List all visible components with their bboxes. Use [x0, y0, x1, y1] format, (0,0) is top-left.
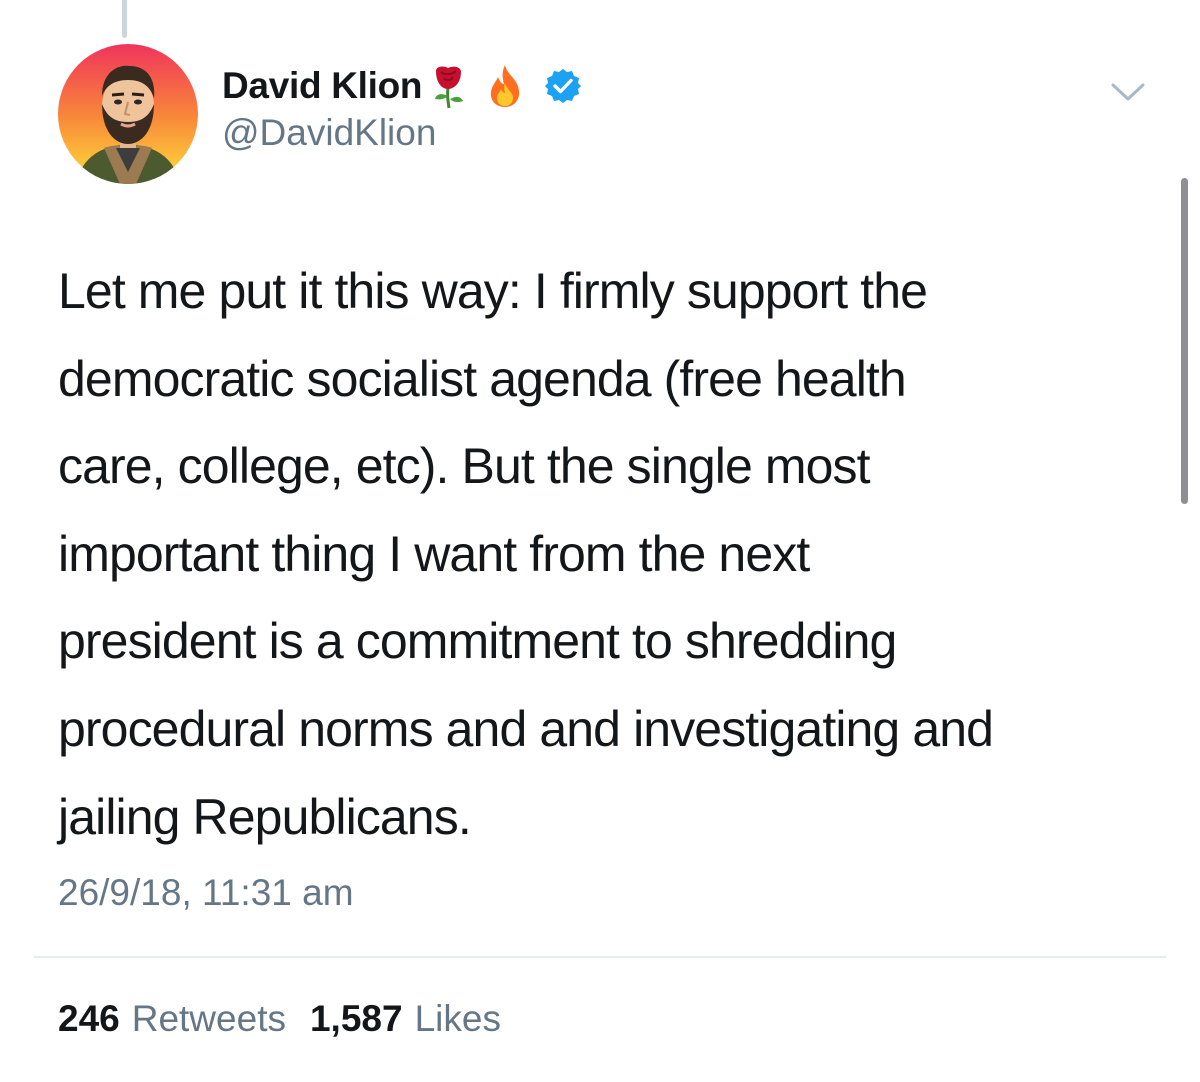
- divider: [34, 956, 1166, 958]
- tweet-text-line: important thing I want from the next: [58, 525, 810, 582]
- fire-icon: [482, 63, 528, 109]
- tweet-text-line: jailing Republicans.: [58, 788, 472, 845]
- tweet-text-line: Let me put it this way: I firmly support…: [58, 263, 928, 319]
- display-name[interactable]: David Klion: [222, 65, 423, 107]
- avatar[interactable]: [58, 44, 198, 184]
- tweet-text-line: care, college, etc). But the single most: [58, 438, 871, 495]
- likes-count: 1,587: [309, 998, 403, 1039]
- tweet-text: Let me put it this way: I firmly support…: [58, 248, 1168, 861]
- thread-connector-line: [122, 0, 127, 38]
- tweet-timestamp[interactable]: 26/9/18, 11:31 am: [58, 872, 354, 914]
- author-name-row: David Klion: [222, 62, 582, 110]
- tweet-text-line: president is a commitment to shredding: [58, 613, 897, 670]
- retweets-stat[interactable]: 246 Retweets: [58, 998, 286, 1040]
- rose-icon: [426, 63, 472, 109]
- retweets-count: 246: [58, 998, 120, 1039]
- chevron-down-icon[interactable]: [1110, 80, 1146, 104]
- tweet-text-line: procedural norms and and investigating a…: [58, 700, 994, 757]
- author-handle[interactable]: @DavidKlion: [222, 112, 436, 154]
- tweet-text-line: democratic socialist agenda (free health: [58, 350, 907, 407]
- avatar-illustration: [58, 44, 198, 184]
- verified-badge-icon: [544, 67, 582, 105]
- scrollbar[interactable]: [1181, 178, 1188, 504]
- likes-stat[interactable]: 1,587 Likes: [310, 998, 501, 1040]
- likes-label: Likes: [414, 998, 501, 1039]
- retweets-label: Retweets: [131, 998, 286, 1039]
- tweet-stats: 246 Retweets 1,587 Likes: [58, 998, 501, 1040]
